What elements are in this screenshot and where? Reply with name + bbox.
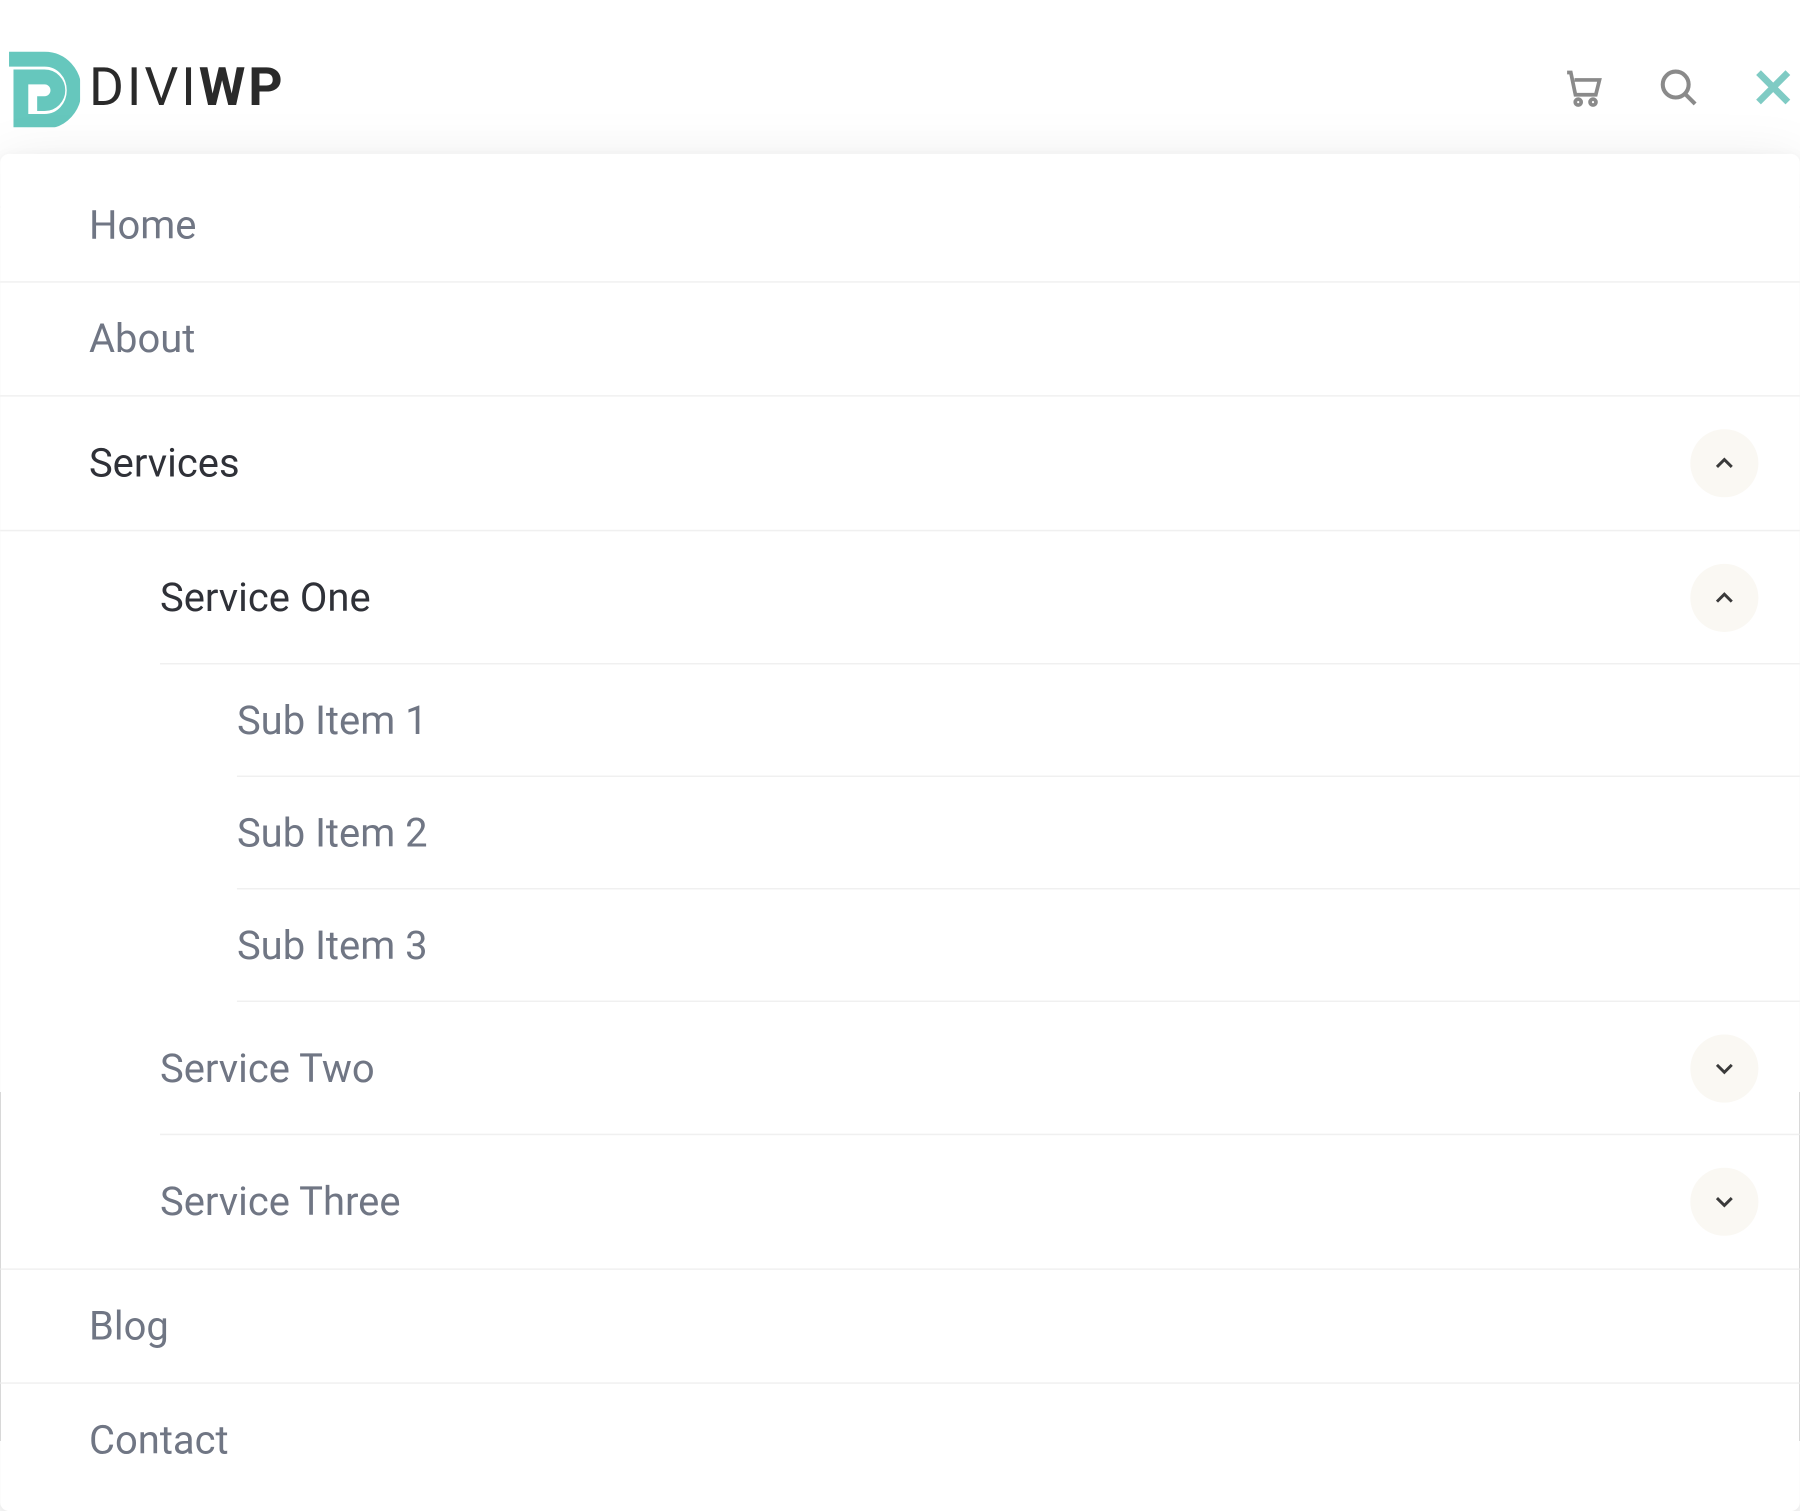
menu-item-label: Service Three <box>160 1178 401 1225</box>
menu-item-label: Sub Item 3 <box>237 922 428 969</box>
mobile-menu-panel: Home About Services Service One Sub Item… <box>0 154 1800 1511</box>
chevron-up-icon[interactable] <box>1690 429 1758 497</box>
logo-text: DIVIWP <box>89 56 286 118</box>
logo-text-light: DIVI <box>89 56 199 118</box>
menu-item-label: Blog <box>89 1302 169 1349</box>
menu-item-sub-2[interactable]: Sub Item 2 <box>0 777 1800 889</box>
close-icon[interactable] <box>1747 61 1800 114</box>
menu-item-label: About <box>89 315 195 362</box>
header-actions <box>1557 61 1800 114</box>
menu-item-label: Home <box>89 201 197 248</box>
chevron-down-icon[interactable] <box>1690 1168 1758 1236</box>
menu-item-home[interactable]: Home <box>0 169 1800 283</box>
menu-item-services[interactable]: Services <box>0 397 1800 532</box>
chevron-down-icon[interactable] <box>1690 1035 1758 1103</box>
site-logo[interactable]: DIVIWP <box>0 47 285 127</box>
menu-item-label: Services <box>89 440 240 487</box>
menu-item-sub-1[interactable]: Sub Item 1 <box>0 665 1800 777</box>
menu-item-label: Sub Item 1 <box>237 697 428 744</box>
menu-item-label: Sub Item 2 <box>237 810 428 857</box>
menu-item-service-three[interactable]: Service Three <box>0 1135 1800 1270</box>
menu-item-label: Contact <box>89 1416 229 1463</box>
menu-item-label: Service Two <box>160 1045 375 1092</box>
cart-icon[interactable] <box>1557 61 1610 114</box>
menu-item-blog[interactable]: Blog <box>0 1270 1800 1384</box>
menu-item-about[interactable]: About <box>0 283 1800 397</box>
logo-text-bold: WP <box>199 56 286 118</box>
site-header: DIVIWP <box>0 0 1800 127</box>
menu-item-service-two[interactable]: Service Two <box>0 1002 1800 1135</box>
logo-mark-icon <box>0 47 80 127</box>
menu-item-sub-3[interactable]: Sub Item 3 <box>0 889 1800 1001</box>
chevron-up-icon[interactable] <box>1690 564 1758 632</box>
menu-item-contact[interactable]: Contact <box>0 1384 1800 1496</box>
menu-item-service-one[interactable]: Service One <box>0 531 1800 664</box>
menu-item-label: Service One <box>160 574 371 621</box>
search-icon[interactable] <box>1652 61 1705 114</box>
